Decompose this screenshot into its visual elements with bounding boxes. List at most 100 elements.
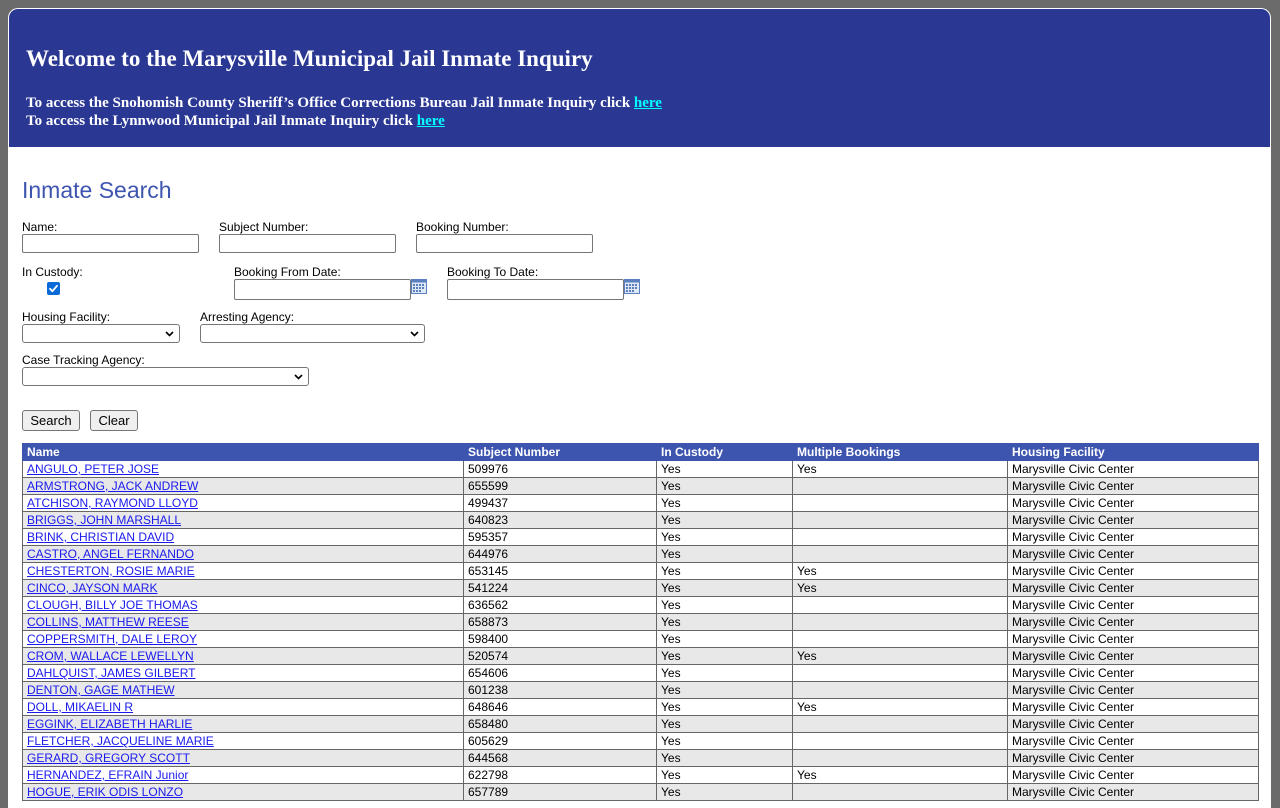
multiple-bookings-cell bbox=[792, 528, 1008, 546]
search-button[interactable]: Search bbox=[22, 410, 80, 431]
case-tracking-agency-label: Case Tracking Agency: bbox=[22, 353, 145, 367]
inmate-name-link[interactable]: COLLINS, MATTHEW REESE bbox=[27, 615, 189, 629]
inmate-name-link[interactable]: DOLL, MIKAELIN R bbox=[27, 700, 133, 714]
subject-number-cell: 648646 bbox=[463, 698, 657, 716]
table-row: HERNANDEZ, EFRAIN Junior 622798 Yes Yes Mary… bbox=[22, 766, 1259, 784]
housing-facility-cell: Marysville Civic Center bbox=[1007, 494, 1259, 512]
subject-number-cell: 541224 bbox=[463, 579, 657, 597]
inmate-name-link[interactable]: COPPERSMITH, DALE LEROY bbox=[27, 632, 197, 646]
inmate-name-link[interactable]: CASTRO, ANGEL FERNANDO bbox=[27, 547, 194, 561]
housing-facility-cell: Marysville Civic Center bbox=[1007, 613, 1259, 631]
table-row: CROM, WALLACE LEWELLYN 520574 Yes Yes Marysv… bbox=[22, 647, 1259, 665]
in-custody-cell: Yes bbox=[656, 460, 793, 478]
inmate-name-link[interactable]: CROM, WALLACE LEWELLYN bbox=[27, 649, 194, 663]
arresting-agency-select[interactable] bbox=[200, 324, 425, 343]
subject-number-cell: 622798 bbox=[463, 766, 657, 784]
housing-facility-cell: Marysville Civic Center bbox=[1007, 766, 1259, 784]
inmate-name-link[interactable]: BRIGGS, JOHN MARSHALL bbox=[27, 513, 181, 527]
table-row: CINCO, JAYSON MARK 541224 Yes Yes Marysville… bbox=[22, 579, 1259, 597]
housing-facility-column-header: Housing Facility bbox=[1007, 443, 1259, 461]
housing-facility-cell: Marysville Civic Center bbox=[1007, 528, 1259, 546]
booking-from-date-input[interactable] bbox=[234, 279, 411, 300]
housing-facility-cell: Marysville Civic Center bbox=[1007, 511, 1259, 529]
page-frame: Welcome to the Marysville Municipal Jail… bbox=[8, 8, 1271, 808]
name-cell: ARMSTRONG, JACK ANDREW bbox=[22, 477, 464, 495]
arresting-agency-label: Arresting Agency: bbox=[200, 310, 295, 324]
multiple-bookings-cell bbox=[792, 545, 1008, 563]
in-custody-cell: Yes bbox=[656, 494, 793, 512]
inmate-name-link[interactable]: HERNANDEZ, EFRAIN Junior bbox=[27, 768, 188, 782]
table-row: DENTON, GAGE MATHEW 601238 Yes Marysville C… bbox=[22, 681, 1259, 699]
multiple-bookings-cell bbox=[792, 749, 1008, 767]
results-body: ANGULO, PETER JOSE 509976 Yes Yes Marysville… bbox=[22, 460, 1259, 801]
table-row: ARMSTRONG, JACK ANDREW 655599 Yes Marysvill… bbox=[22, 477, 1259, 495]
name-cell: DENTON, GAGE MATHEW bbox=[22, 681, 464, 699]
name-input[interactable] bbox=[22, 234, 199, 253]
housing-facility-cell: Marysville Civic Center bbox=[1007, 630, 1259, 648]
name-label: Name: bbox=[22, 220, 58, 234]
calendar-icon[interactable] bbox=[624, 279, 640, 294]
calendar-icon[interactable] bbox=[411, 279, 427, 294]
subject-number-cell: 601238 bbox=[463, 681, 657, 699]
in-custody-label: In Custody: bbox=[22, 265, 83, 279]
inmate-name-link[interactable]: HOGUE, ERIK ODIS LONZO bbox=[27, 785, 183, 799]
section-title: Inmate Search bbox=[22, 177, 172, 203]
inmate-name-link[interactable]: FLETCHER, JACQUELINE MARIE bbox=[27, 734, 214, 748]
inmate-name-link[interactable]: BRINK, CHRISTIAN DAVID bbox=[27, 530, 174, 544]
subject-number-cell: 654606 bbox=[463, 664, 657, 682]
subject-number-cell: 598400 bbox=[463, 630, 657, 648]
inmate-name-link[interactable]: CHESTERTON, ROSIE MARIE bbox=[27, 564, 195, 578]
clear-button[interactable]: Clear bbox=[90, 410, 138, 431]
table-row: HOGUE, ERIK ODIS LONZO 657789 Yes Marysvill… bbox=[22, 783, 1259, 801]
inmate-name-link[interactable]: ARMSTRONG, JACK ANDREW bbox=[27, 479, 198, 493]
inmate-name-link[interactable]: CINCO, JAYSON MARK bbox=[27, 581, 157, 595]
subject-number-cell: 520574 bbox=[463, 647, 657, 665]
multiple-bookings-cell: Yes bbox=[792, 766, 1008, 784]
subject-number-cell: 636562 bbox=[463, 596, 657, 614]
name-cell: CROM, WALLACE LEWELLYN bbox=[22, 647, 464, 665]
subject-number-cell: 499437 bbox=[463, 494, 657, 512]
subject-number-cell: 509976 bbox=[463, 460, 657, 478]
name-cell: CHESTERTON, ROSIE MARIE bbox=[22, 562, 464, 580]
booking-to-date-input[interactable] bbox=[447, 279, 624, 300]
in-custody-cell: Yes bbox=[656, 766, 793, 784]
housing-facility-cell: Marysville Civic Center bbox=[1007, 647, 1259, 665]
multiple-bookings-cell: Yes bbox=[792, 698, 1008, 716]
subject-number-input[interactable] bbox=[219, 234, 396, 253]
case-tracking-agency-select[interactable] bbox=[22, 367, 309, 386]
lynnwood-inquiry-link[interactable]: here bbox=[417, 113, 445, 129]
name-cell: BRIGGS, JOHN MARSHALL bbox=[22, 511, 464, 529]
multiple-bookings-cell bbox=[792, 613, 1008, 631]
inmate-name-link[interactable]: DENTON, GAGE MATHEW bbox=[27, 683, 175, 697]
in-custody-checkbox[interactable] bbox=[47, 282, 60, 295]
housing-facility-select[interactable] bbox=[22, 324, 180, 343]
name-cell: CASTRO, ANGEL FERNANDO bbox=[22, 545, 464, 563]
inmate-name-link[interactable]: CLOUGH, BILLY JOE THOMAS bbox=[27, 598, 198, 612]
inmate-name-link[interactable]: ATCHISON, RAYMOND LLOYD bbox=[27, 496, 198, 510]
multiple-bookings-cell: Yes bbox=[792, 562, 1008, 580]
multiple-bookings-cell bbox=[792, 732, 1008, 750]
inmate-name-link[interactable]: ANGULO, PETER JOSE bbox=[27, 462, 159, 476]
results-header-row: Name Subject Number In Custody Multiple Boo… bbox=[22, 443, 1259, 461]
in-custody-column-header: In Custody bbox=[656, 443, 793, 461]
table-row: DOLL, MIKAELIN R 648646 Yes Yes Marysville C… bbox=[22, 698, 1259, 716]
name-cell: CINCO, JAYSON MARK bbox=[22, 579, 464, 597]
multiple-bookings-cell: Yes bbox=[792, 647, 1008, 665]
housing-facility-cell: Marysville Civic Center bbox=[1007, 579, 1259, 597]
inmate-name-link[interactable]: DAHLQUIST, JAMES GILBERT bbox=[27, 666, 196, 680]
booking-number-input[interactable] bbox=[416, 234, 593, 253]
subject-number-label: Subject Number: bbox=[219, 220, 309, 234]
subject-number-cell: 657789 bbox=[463, 783, 657, 801]
results-table: Name Subject Number In Custody Multiple Boo… bbox=[22, 443, 1259, 801]
in-custody-cell: Yes bbox=[656, 749, 793, 767]
subject-number-column-header: Subject Number bbox=[463, 443, 657, 461]
inmate-name-link[interactable]: EGGINK, ELIZABETH HARLIE bbox=[27, 717, 192, 731]
county-inquiry-text: To access the Snohomish County Sheriff’s… bbox=[26, 95, 634, 111]
subject-number-cell: 655599 bbox=[463, 477, 657, 495]
inmate-name-link[interactable]: GERARD, GREGORY SCOTT bbox=[27, 751, 190, 765]
booking-from-date-label: Booking From Date: bbox=[234, 265, 341, 279]
subject-number-cell: 644568 bbox=[463, 749, 657, 767]
county-inquiry-link[interactable]: here bbox=[634, 95, 662, 111]
in-custody-cell: Yes bbox=[656, 783, 793, 801]
table-row: BRINK, CHRISTIAN DAVID 595357 Yes Marysvill… bbox=[22, 528, 1259, 546]
